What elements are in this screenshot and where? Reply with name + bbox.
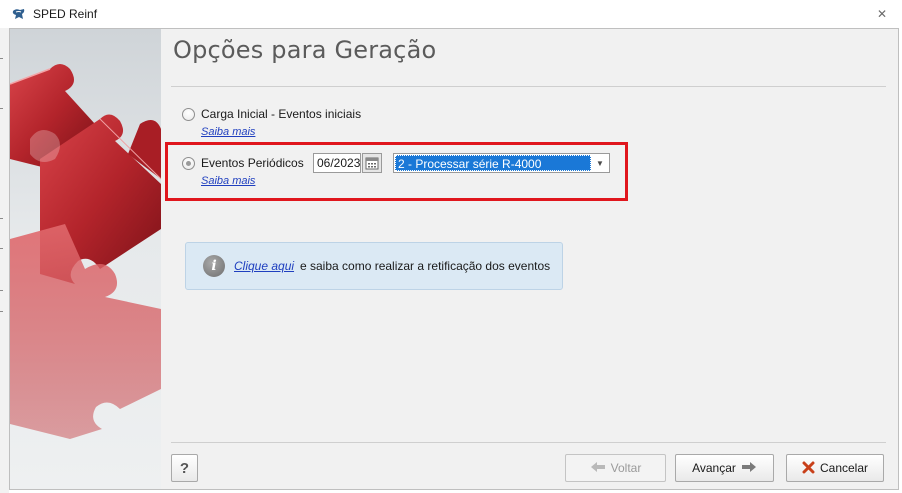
cancel-label: Cancelar bbox=[819, 461, 869, 475]
puzzle-banner bbox=[10, 29, 161, 489]
title-divider bbox=[171, 86, 886, 87]
series-select[interactable]: 2 - Processar série R-4000 ▼ bbox=[393, 153, 610, 173]
page-title: Opções para Geração bbox=[173, 36, 437, 64]
next-button[interactable]: Avançar bbox=[675, 454, 774, 482]
option-label-eventos-periodicos[interactable]: Eventos Periódicos bbox=[201, 156, 304, 170]
radio-carga-inicial[interactable] bbox=[182, 108, 195, 121]
arrow-right-icon bbox=[741, 461, 757, 475]
info-text: e saiba como realizar a retificação dos … bbox=[300, 259, 551, 273]
help-button[interactable]: ? bbox=[171, 454, 198, 482]
saiba-mais-link-eventos-periodicos[interactable]: Saiba mais bbox=[201, 175, 255, 187]
puzzle-pieces-image bbox=[10, 64, 161, 439]
period-input[interactable]: 06/2023 bbox=[313, 153, 361, 173]
title-bar: SPED Reinf ✕ bbox=[0, 0, 902, 28]
retificacao-link[interactable]: Clique aqui bbox=[234, 259, 294, 273]
close-icon[interactable]: ✕ bbox=[872, 4, 892, 24]
back-label: Voltar bbox=[610, 461, 642, 475]
back-button[interactable]: Voltar bbox=[565, 454, 666, 482]
footer-divider bbox=[171, 442, 886, 443]
window-title: SPED Reinf bbox=[33, 7, 98, 21]
info-icon: i bbox=[203, 255, 225, 277]
app-logo-icon bbox=[11, 6, 27, 22]
radio-eventos-periodicos[interactable] bbox=[182, 157, 195, 170]
saiba-mais-link-carga-inicial[interactable]: Saiba mais bbox=[201, 126, 255, 138]
info-box: i Clique aqui e saiba como realizar a re… bbox=[185, 242, 563, 290]
help-label: ? bbox=[179, 459, 190, 477]
series-select-value: 2 - Processar série R-4000 bbox=[395, 155, 591, 171]
wizard-dialog: Opções para Geração Carga Inicial - Even… bbox=[9, 28, 899, 490]
background-window-edge bbox=[0, 28, 9, 493]
calendar-icon[interactable] bbox=[362, 153, 382, 173]
cancel-button[interactable]: Cancelar bbox=[786, 454, 884, 482]
arrow-left-icon bbox=[590, 461, 606, 475]
wizard-content: Opções para Geração Carga Inicial - Even… bbox=[161, 29, 898, 489]
option-label-carga-inicial[interactable]: Carga Inicial - Eventos iniciais bbox=[201, 107, 361, 121]
cancel-x-icon bbox=[802, 461, 815, 476]
next-label: Avançar bbox=[692, 461, 736, 475]
chevron-down-icon[interactable]: ▼ bbox=[591, 154, 609, 172]
